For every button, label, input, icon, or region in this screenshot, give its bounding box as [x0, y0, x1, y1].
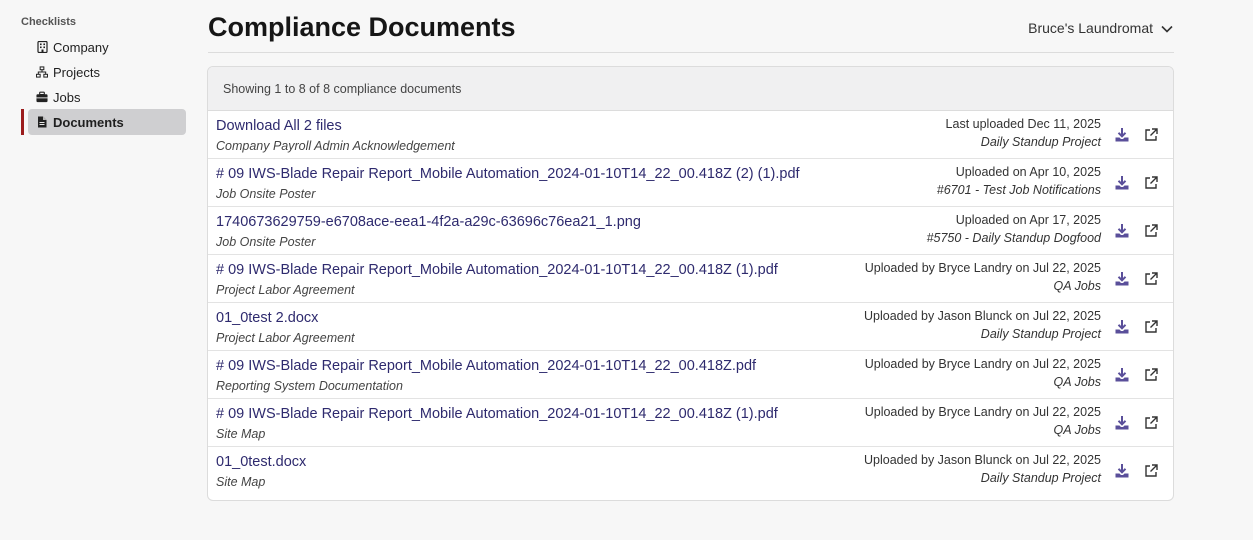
documents-summary: Showing 1 to 8 of 8 compliance documents	[208, 67, 1173, 111]
document-type: Site Map	[216, 427, 266, 441]
sidebar-item-company[interactable]: Company	[28, 34, 186, 60]
sidebar-item-label: Company	[53, 39, 109, 55]
open-external-icon[interactable]	[1144, 224, 1158, 238]
document-type: Project Labor Agreement	[216, 331, 355, 345]
project-name: Daily Standup Project	[980, 135, 1101, 149]
document-type: Job Onsite Poster	[216, 187, 316, 201]
download-icon[interactable]	[1114, 127, 1130, 143]
open-external-icon[interactable]	[1144, 320, 1158, 334]
project-name: #5750 - Daily Standup Dogfood	[926, 231, 1101, 245]
sidebar-item-documents[interactable]: Documents	[28, 109, 186, 135]
sidebar-item-label: Jobs	[53, 89, 81, 105]
documents-panel: Showing 1 to 8 of 8 compliance documents…	[207, 66, 1174, 501]
project-name: Daily Standup Project	[980, 471, 1101, 485]
download-icon[interactable]	[1114, 463, 1130, 479]
download-icon[interactable]	[1114, 367, 1130, 383]
list-item: Download All 2 files Company Payroll Admi…	[208, 111, 1173, 159]
sitemap-icon	[36, 66, 48, 78]
sidebar: Checklists Company Projects Jobs Documen…	[0, 0, 200, 540]
briefcase-icon	[36, 91, 48, 103]
sidebar-item-label: Documents	[53, 114, 124, 130]
list-item: 01_0test.docx Site Map Uploaded by Jason B…	[208, 447, 1173, 495]
header-divider	[208, 52, 1174, 53]
sidebar-item-jobs[interactable]: Jobs	[28, 84, 186, 110]
list-item: 01_0test 2.docx Project Labor Agreement Up…	[208, 303, 1173, 351]
list-item: # 09 IWS-Blade Repair Report_Mobile Auto…	[208, 159, 1173, 207]
download-icon[interactable]	[1114, 415, 1130, 431]
company-select[interactable]: Bruce's Laundromat	[1028, 20, 1173, 36]
upload-info: Uploaded by Jason Blunck on Jul 22, 2025	[864, 309, 1101, 323]
download-icon[interactable]	[1114, 223, 1130, 239]
upload-info: Uploaded by Jason Blunck on Jul 22, 2025	[864, 453, 1101, 467]
company-select-label: Bruce's Laundromat	[1028, 20, 1153, 36]
open-external-icon[interactable]	[1144, 416, 1158, 430]
open-external-icon[interactable]	[1144, 464, 1158, 478]
project-name: QA Jobs	[1053, 375, 1101, 389]
upload-info: Uploaded by Bryce Landry on Jul 22, 2025	[864, 357, 1101, 371]
active-indicator	[21, 109, 24, 135]
chevron-down-icon	[1161, 20, 1173, 36]
document-type: Site Map	[216, 475, 266, 489]
document-link[interactable]: # 09 IWS-Blade Repair Report_Mobile Auto…	[216, 262, 778, 278]
list-item: 1740673629759-e6708ace-eea1-4f2a-a29c-63…	[208, 207, 1173, 255]
document-type: Project Labor Agreement	[216, 283, 355, 297]
documents-list: Download All 2 files Company Payroll Admi…	[208, 111, 1173, 495]
open-external-icon[interactable]	[1144, 128, 1158, 142]
building-icon	[36, 41, 48, 53]
project-name: QA Jobs	[1053, 423, 1101, 437]
project-name: QA Jobs	[1053, 279, 1101, 293]
file-icon	[36, 116, 48, 128]
sidebar-item-projects[interactable]: Projects	[28, 59, 186, 85]
document-type: Reporting System Documentation	[216, 379, 403, 393]
page-title: Compliance Documents	[208, 12, 516, 42]
document-link[interactable]: 01_0test.docx	[216, 454, 306, 470]
document-link[interactable]: # 09 IWS-Blade Repair Report_Mobile Auto…	[216, 406, 778, 422]
project-name: #6701 - Test Job Notifications	[936, 183, 1101, 197]
upload-info: Uploaded on Apr 10, 2025	[955, 165, 1101, 179]
open-external-icon[interactable]	[1144, 176, 1158, 190]
open-external-icon[interactable]	[1144, 368, 1158, 382]
sidebar-item-label: Projects	[53, 64, 100, 80]
download-icon[interactable]	[1114, 175, 1130, 191]
document-link[interactable]: Download All 2 files	[216, 118, 342, 134]
project-name: Daily Standup Project	[980, 327, 1101, 341]
list-item: # 09 IWS-Blade Repair Report_Mobile Auto…	[208, 255, 1173, 303]
list-item: # 09 IWS-Blade Repair Report_Mobile Auto…	[208, 399, 1173, 447]
open-external-icon[interactable]	[1144, 272, 1158, 286]
upload-info: Uploaded on Apr 17, 2025	[955, 213, 1101, 227]
list-item: # 09 IWS-Blade Repair Report_Mobile Auto…	[208, 351, 1173, 399]
document-link[interactable]: # 09 IWS-Blade Repair Report_Mobile Auto…	[216, 358, 756, 374]
document-link[interactable]: 01_0test 2.docx	[216, 310, 318, 326]
download-icon[interactable]	[1114, 271, 1130, 287]
download-icon[interactable]	[1114, 319, 1130, 335]
document-type: Company Payroll Admin Acknowledgement	[216, 139, 455, 153]
upload-info: Uploaded by Bryce Landry on Jul 22, 2025	[864, 261, 1101, 275]
document-link[interactable]: 1740673629759-e6708ace-eea1-4f2a-a29c-63…	[216, 214, 641, 230]
sidebar-heading: Checklists	[21, 16, 77, 28]
document-link[interactable]: # 09 IWS-Blade Repair Report_Mobile Auto…	[216, 166, 800, 182]
document-type: Job Onsite Poster	[216, 235, 316, 249]
upload-info: Last uploaded Dec 11, 2025	[945, 117, 1101, 131]
upload-info: Uploaded by Bryce Landry on Jul 22, 2025	[864, 405, 1101, 419]
